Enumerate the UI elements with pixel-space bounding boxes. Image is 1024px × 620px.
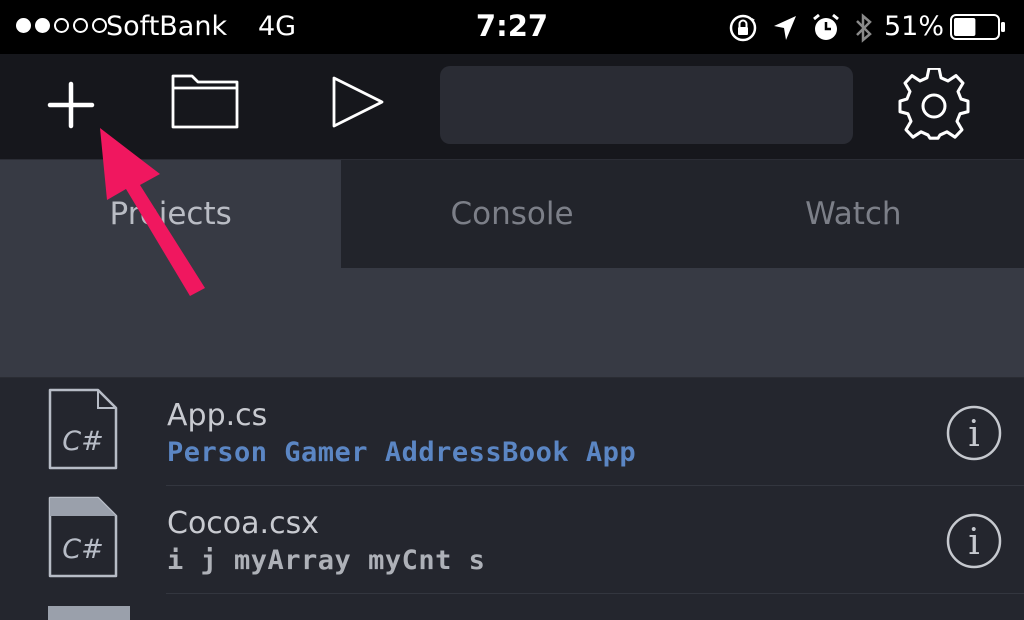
battery-percent: 51%: [884, 11, 945, 42]
folder-icon[interactable]: [170, 68, 240, 130]
file-symbols: Person Gamer AddressBook App: [167, 437, 637, 468]
file-name: App.cs: [167, 398, 268, 433]
file-symbols: i j myArray myCnt s: [167, 545, 486, 576]
battery-icon: [950, 14, 1005, 40]
tab-bar: Projects Console Watch: [0, 160, 1024, 268]
tab-console[interactable]: Console: [341, 160, 682, 268]
location-arrow-icon: [774, 16, 796, 40]
add-icon[interactable]: [46, 80, 96, 130]
row-divider: [166, 593, 1024, 594]
search-input[interactable]: [440, 66, 853, 144]
app-screen: SoftBank 4G 7:27 51% Projects Console Wa…: [0, 0, 1024, 620]
file-icon-partial: [48, 606, 130, 620]
file-name: Cocoa.csx: [167, 506, 319, 541]
info-icon[interactable]: i: [945, 404, 1003, 462]
list-item[interactable]: C# App.cs Person Gamer AddressBook App i: [0, 378, 1024, 486]
file-icon-label: C#: [62, 534, 103, 565]
bluetooth-icon: [856, 13, 872, 43]
tab-projects[interactable]: Projects: [0, 160, 342, 268]
file-icon-label: C#: [62, 426, 103, 457]
tab-watch[interactable]: Watch: [683, 160, 1024, 268]
file-list: C# App.cs Person Gamer AddressBook App i…: [0, 378, 1024, 620]
play-icon[interactable]: [330, 74, 386, 130]
svg-text:i: i: [968, 414, 980, 455]
content-header: [0, 268, 1024, 378]
status-icons: [728, 12, 874, 44]
csharp-file-icon: C#: [48, 388, 118, 470]
svg-text:i: i: [968, 522, 980, 563]
orientation-lock-icon: [729, 14, 757, 42]
csharp-file-icon: C#: [48, 496, 118, 578]
toolbar: [0, 54, 1024, 160]
alarm-icon: [813, 13, 839, 40]
list-item[interactable]: C# Cocoa.csx i j myArray myCnt s i: [0, 486, 1024, 594]
gear-icon[interactable]: [898, 68, 970, 140]
info-icon[interactable]: i: [945, 512, 1003, 570]
status-bar: SoftBank 4G 7:27 51%: [0, 0, 1024, 54]
